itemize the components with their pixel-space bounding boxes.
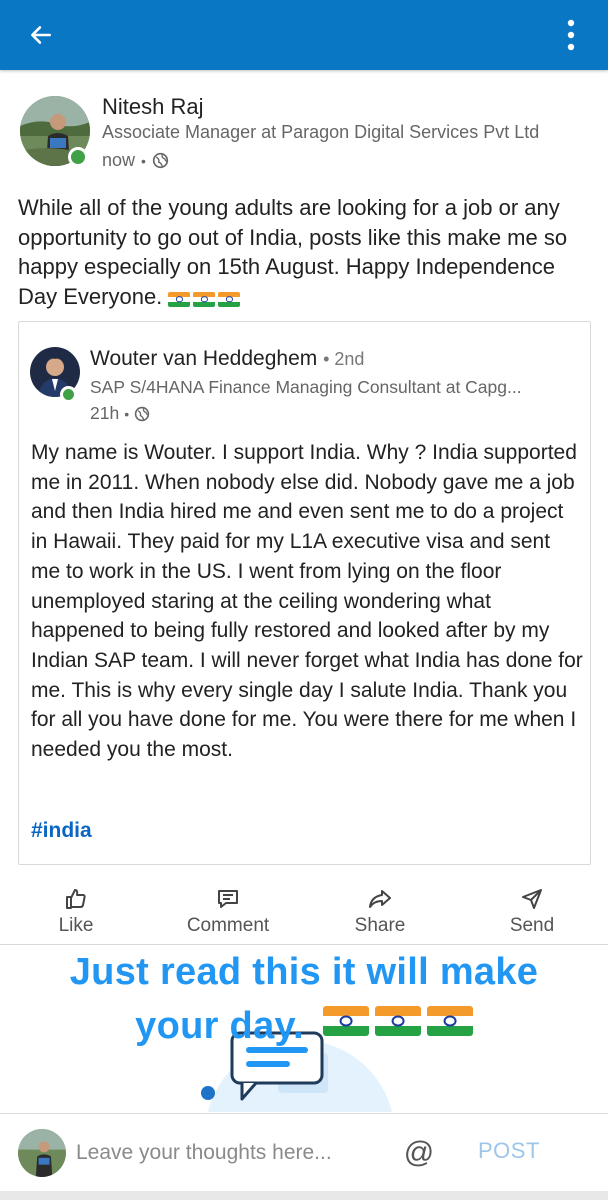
post-image[interactable]: Just read this it will make your day. [0, 945, 608, 1112]
india-flag-icon [426, 1006, 473, 1036]
india-flag-icon [193, 291, 216, 307]
image-caption-line1: Just read this it will make [69, 951, 539, 993]
author-headline: Associate Manager at Paragon Digital Ser… [102, 122, 540, 142]
post-body: While all of the young adults are lookin… [18, 193, 596, 311]
shared-author-name: Wouter van Heddeghem [90, 347, 318, 370]
hashtag-link[interactable]: #india [31, 819, 92, 843]
post-meta: now • [102, 150, 169, 171]
mention-button[interactable]: @ [400, 1134, 438, 1172]
globe-icon [134, 406, 150, 421]
bottom-edge [0, 1191, 608, 1200]
online-status-indicator [68, 147, 88, 167]
globe-icon [152, 152, 169, 169]
send-label: Send [509, 915, 555, 936]
comment-composer: @ POST [0, 1113, 608, 1191]
image-caption-line2: your day. [0, 1005, 608, 1048]
india-flag-icon [374, 1006, 421, 1036]
india-flag-icon [168, 291, 191, 307]
more-options-button[interactable] [556, 12, 586, 58]
post-time: now [102, 150, 136, 170]
share-label: Share [354, 915, 406, 936]
author-name[interactable]: Nitesh Raj [102, 94, 203, 120]
top-app-bar [0, 0, 608, 70]
shared-post-meta: 21h • [90, 403, 150, 424]
online-status-indicator [60, 386, 77, 403]
image-caption-text: your day. [135, 1005, 304, 1047]
arrow-left-icon [31, 26, 51, 44]
india-flag-icon [322, 1006, 369, 1036]
comment-icon [218, 890, 238, 908]
post-comment-button[interactable]: POST [478, 1138, 540, 1164]
connection-degree: • 2nd [323, 349, 365, 369]
shared-post-time: 21h [90, 403, 120, 423]
send-button[interactable]: Send [456, 880, 608, 944]
comment-input[interactable] [76, 1136, 386, 1170]
current-user-avatar [18, 1129, 66, 1177]
india-flag-emojis [168, 291, 241, 307]
back-button[interactable] [18, 12, 64, 58]
more-vertical-icon [567, 19, 575, 51]
thumbs-up-icon [66, 889, 86, 909]
like-label: Like [58, 915, 94, 936]
shared-post-card[interactable]: Wouter van Heddeghem • 2nd SAP S/4HANA F… [18, 321, 591, 865]
send-icon [522, 889, 542, 909]
meta-separator: • [141, 152, 146, 169]
share-button[interactable]: Share [304, 880, 456, 944]
shared-author-name-row[interactable]: Wouter van Heddeghem • 2nd [90, 347, 364, 371]
india-flag-icon [218, 291, 241, 307]
meta-separator: • [124, 405, 130, 422]
share-icon [369, 890, 391, 908]
shared-author-headline: SAP S/4HANA Finance Managing Consultant … [90, 377, 522, 397]
shared-post-text: My name is Wouter. I support India. Why … [31, 441, 583, 762]
india-flag-emojis [322, 1006, 473, 1036]
social-action-bar: Like Comment Share Send [0, 880, 608, 944]
comment-label: Comment [186, 915, 270, 936]
post-text: While all of the young adults are lookin… [18, 195, 568, 309]
comment-button[interactable]: Comment [152, 880, 304, 944]
like-button[interactable]: Like [0, 880, 152, 944]
post-detail-screen: Nitesh Raj Associate Manager at Paragon … [0, 0, 608, 1200]
